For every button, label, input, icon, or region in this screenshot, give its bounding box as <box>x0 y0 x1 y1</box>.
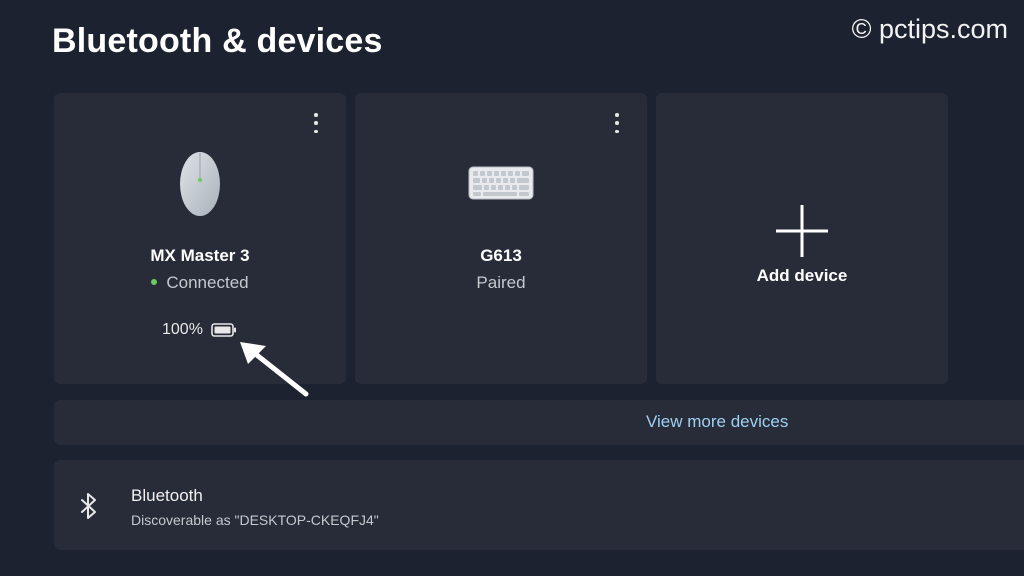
bluetooth-title: Bluetooth <box>131 486 203 505</box>
page-title: Bluetooth & devices <box>52 22 383 60</box>
add-device-label: Add device <box>756 266 848 285</box>
battery-percent: 100% <box>162 321 203 338</box>
battery-status: 100% <box>162 321 237 339</box>
device-status-label: Connected <box>166 273 249 292</box>
plus-icon <box>776 205 828 257</box>
bluetooth-subtitle: Discoverable as "DESKTOP-CKEQFJ4" <box>131 512 379 528</box>
device-card-g613[interactable]: G613 Paired <box>355 93 647 384</box>
device-name: MX Master 3 <box>150 246 250 265</box>
mouse-icon <box>180 152 220 216</box>
annotation-arrow-icon <box>240 342 309 397</box>
view-more-devices-link[interactable]: View more devices <box>646 412 788 432</box>
bluetooth-setting-row[interactable]: Bluetooth Discoverable as "DESKTOP-CKEQF… <box>54 460 1024 550</box>
add-device-button[interactable]: Add device <box>656 93 948 384</box>
battery-icon <box>211 323 236 337</box>
watermark: © pctips.com <box>851 14 1008 44</box>
connected-indicator <box>151 278 158 285</box>
more-options-icon[interactable] <box>607 111 627 135</box>
keyboard-icon <box>468 166 534 200</box>
bluetooth-icon <box>81 493 96 519</box>
view-more-devices-bar: View more devices <box>54 400 1024 445</box>
device-name: G613 <box>480 246 522 265</box>
device-status: Connected <box>54 273 346 293</box>
device-status: Paired <box>476 273 526 292</box>
more-options-icon[interactable] <box>306 111 326 135</box>
